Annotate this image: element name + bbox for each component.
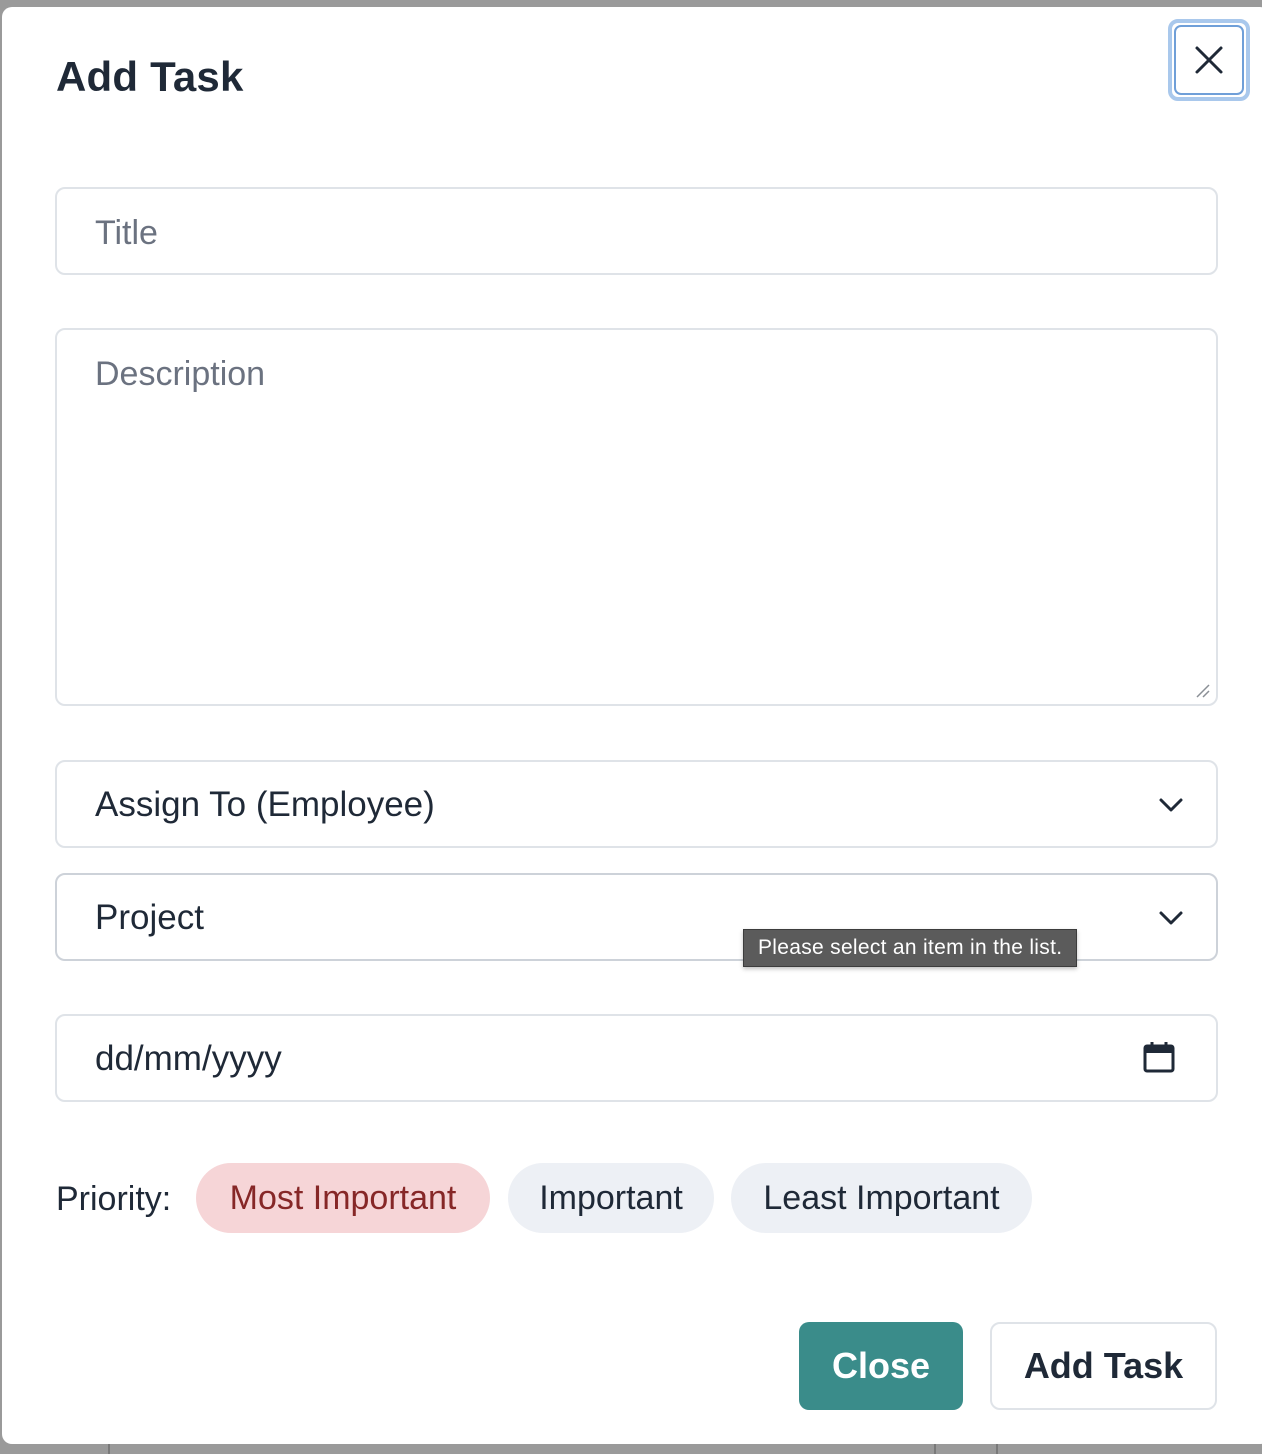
- validation-tooltip: Please select an item in the list.: [743, 929, 1078, 967]
- modal-close-button[interactable]: [1168, 19, 1250, 101]
- modal-title: Add Task: [56, 53, 244, 100]
- priority-label: Priority:: [56, 1180, 172, 1218]
- title-placeholder: Title: [95, 214, 158, 252]
- resize-handle-icon[interactable]: [1194, 682, 1210, 698]
- add-task-button[interactable]: Add Task: [990, 1322, 1217, 1410]
- chevron-down-icon: [1159, 798, 1183, 812]
- priority-most-important[interactable]: Most Important: [196, 1163, 490, 1233]
- focus-ring: [1174, 25, 1244, 95]
- date-value: dd/mm/yyyy: [95, 1039, 282, 1078]
- add-task-modal: Add Task Title Description Assign To (Em…: [2, 7, 1262, 1444]
- close-button[interactable]: Close: [799, 1322, 963, 1410]
- description-placeholder: Description: [95, 355, 266, 393]
- priority-least-important[interactable]: Least Important: [731, 1163, 1032, 1233]
- description-textarea[interactable]: Description: [55, 328, 1218, 706]
- assign-to-select[interactable]: Assign To (Employee): [55, 760, 1218, 848]
- chevron-down-icon: [1159, 911, 1183, 925]
- title-input[interactable]: Title: [55, 187, 1218, 275]
- assign-to-value: Assign To (Employee): [95, 785, 435, 824]
- due-date-input[interactable]: dd/mm/yyyy: [55, 1014, 1218, 1102]
- calendar-icon[interactable]: [1142, 1040, 1176, 1074]
- project-value: Project: [95, 898, 204, 937]
- priority-important[interactable]: Important: [508, 1163, 714, 1233]
